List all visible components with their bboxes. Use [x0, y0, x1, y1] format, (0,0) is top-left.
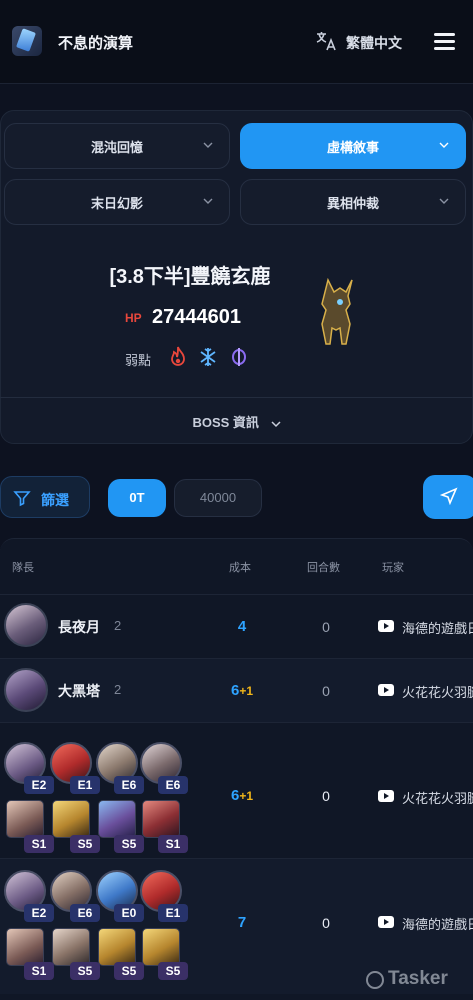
- youtube-icon[interactable]: [378, 620, 394, 632]
- superimposition-badge: S5: [114, 962, 144, 980]
- watermark-icon: [366, 971, 384, 989]
- boss-info-label: BOSS 資訊: [192, 415, 259, 430]
- imaginary-icon: [232, 348, 246, 366]
- team-turns: 0: [322, 788, 330, 804]
- player-name[interactable]: 火花花火羽腿: [402, 682, 473, 701]
- watermark: Tasker: [388, 968, 448, 989]
- mode-tab-label: 末日幻影: [90, 195, 143, 211]
- eidolon-badge: E1: [70, 776, 100, 794]
- superimposition-badge: S5: [70, 835, 100, 853]
- weakness-label: 弱點: [125, 353, 152, 368]
- boss-portrait: [321, 278, 353, 345]
- team-turns: 0: [322, 915, 330, 931]
- hp-label: HP: [125, 311, 142, 325]
- light-cone-card: [6, 800, 44, 838]
- cost-bonus: +1: [239, 684, 254, 698]
- team-turns: 0: [322, 683, 330, 699]
- leader-count: 2: [114, 618, 122, 633]
- menu-icon[interactable]: [434, 33, 455, 50]
- team-turns: 0: [322, 619, 330, 635]
- player-name[interactable]: 海德的遊戲日: [402, 618, 473, 637]
- team-cost: 4: [228, 618, 256, 635]
- filter-button[interactable]: 篩選: [0, 476, 90, 518]
- boss-info-toggle[interactable]: BOSS 資訊: [0, 412, 473, 431]
- eidolon-badge: E6: [114, 776, 144, 794]
- header-player: 玩家: [382, 562, 404, 574]
- app-title[interactable]: 不息的演算: [58, 32, 133, 53]
- ice-icon: [200, 348, 216, 366]
- app-logo-icon[interactable]: [12, 26, 42, 56]
- leader-avatar: [4, 603, 48, 647]
- leader-count: 2: [114, 682, 122, 697]
- light-cone-card: [142, 928, 180, 966]
- app-header: 不息的演算 繁體中文: [0, 0, 473, 84]
- superimposition-badge: S5: [114, 835, 144, 853]
- youtube-icon[interactable]: [378, 684, 394, 696]
- mode-tab-memory-of-chaos[interactable]: 混沌回憶: [4, 123, 230, 169]
- superimposition-badge: S5: [70, 962, 100, 980]
- cost-bonus: +1: [239, 789, 254, 803]
- team-cost: 6+1: [228, 682, 256, 699]
- eidolon-badge: E6: [158, 776, 188, 794]
- light-cone-card: [98, 800, 136, 838]
- eidolon-badge: E2: [24, 776, 54, 794]
- divider: [0, 397, 473, 398]
- cost-value: 7: [237, 914, 247, 931]
- mode-tab-pure-fiction[interactable]: 虛構敘事: [240, 123, 466, 169]
- turn-filter-pill[interactable]: 0T: [108, 479, 166, 517]
- mode-tab-label: 異相仲裁: [326, 195, 379, 211]
- mode-tab-label: 混沌回憶: [90, 139, 143, 155]
- superimposition-badge: S1: [24, 962, 54, 980]
- submit-button[interactable]: [423, 475, 473, 519]
- superimposition-badge: S5: [158, 962, 188, 980]
- eidolon-badge: E1: [158, 904, 188, 922]
- filter-label: 篩選: [41, 492, 69, 508]
- youtube-icon[interactable]: [378, 916, 394, 928]
- light-cone-card: [142, 800, 180, 838]
- eidolon-badge: E6: [70, 904, 100, 922]
- header-leader: 隊長: [12, 562, 34, 574]
- language-selector[interactable]: 繁體中文: [346, 33, 402, 53]
- player-name[interactable]: 海德的遊戲日: [402, 914, 473, 933]
- cost-value: 4: [237, 618, 247, 635]
- mode-tab-anomaly-arbitration[interactable]: 異相仲裁: [240, 179, 466, 225]
- light-cone-card: [6, 928, 44, 966]
- chevron-down-icon: [439, 198, 449, 204]
- fire-icon: [171, 346, 185, 366]
- youtube-icon[interactable]: [378, 790, 394, 802]
- chevron-down-icon: [203, 142, 213, 148]
- header-cost: 成本: [229, 562, 251, 574]
- filter-icon: [13, 491, 31, 507]
- cost-input[interactable]: 40000: [174, 479, 262, 517]
- light-cone-card: [52, 800, 90, 838]
- superimposition-badge: S1: [24, 835, 54, 853]
- chevron-down-icon: [203, 198, 213, 204]
- leader-name: 大黑塔: [58, 683, 100, 699]
- superimposition-badge: S1: [158, 835, 188, 853]
- mode-tab-apocalyptic-shadow[interactable]: 末日幻影: [4, 179, 230, 225]
- chevron-down-icon: [439, 142, 449, 148]
- chevron-down-icon: [271, 421, 281, 427]
- light-cone-card: [98, 928, 136, 966]
- leader-name: 長夜月: [58, 619, 100, 635]
- mode-tab-label: 虛構敘事: [326, 139, 379, 155]
- header-turns: 回合數: [307, 562, 340, 574]
- team-cost: 7: [228, 914, 256, 931]
- leader-avatar: [4, 668, 48, 712]
- player-name[interactable]: 火花花火羽腿: [402, 788, 473, 807]
- translate-icon[interactable]: [314, 29, 338, 53]
- hp-value: 27444601: [152, 306, 241, 328]
- team-cost: 6+1: [228, 787, 256, 804]
- light-cone-card: [52, 928, 90, 966]
- eidolon-badge: E2: [24, 904, 54, 922]
- eidolon-badge: E0: [114, 904, 144, 922]
- send-icon: [440, 487, 458, 505]
